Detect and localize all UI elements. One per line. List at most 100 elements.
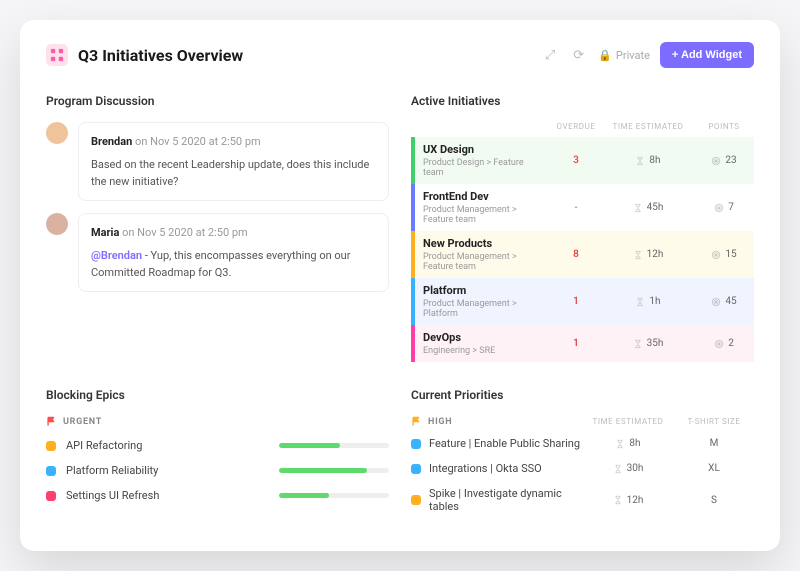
priority-name: Spike | Investigate dynamic tables — [429, 487, 582, 513]
section-title: Blocking Epics — [46, 388, 389, 402]
comment-body: @Brendan - Yup, this encompasses everyth… — [91, 247, 376, 281]
mention[interactable]: @Brendan — [91, 249, 142, 262]
hourglass-icon — [613, 495, 623, 505]
col-time: TIME ESTIMATED — [582, 417, 674, 426]
time-cell: 8h — [602, 137, 694, 184]
epic-row[interactable]: API Refactoring — [46, 439, 389, 452]
epic-name: Settings UI Refresh — [66, 489, 269, 502]
col-time: TIME ESTIMATED — [602, 122, 694, 131]
priority-row[interactable]: Feature | Enable Public Sharing 8h M — [411, 437, 754, 450]
initiative-breadcrumb: Product Management > Feature team — [423, 205, 542, 225]
priorities-header-row: HIGH TIME ESTIMATED T-SHIRT SIZE — [411, 416, 754, 427]
lock-icon: 🔒 — [598, 49, 612, 62]
page-title: Q3 Initiatives Overview — [78, 46, 243, 65]
hourglass-icon — [635, 297, 645, 307]
priority-row[interactable]: Spike | Investigate dynamic tables 12h S — [411, 487, 754, 513]
comment-bubble[interactable]: Brendan on Nov 5 2020 at 2:50 pm Based o… — [78, 122, 389, 201]
app-logo-icon — [46, 44, 68, 66]
time-cell: 12h — [582, 495, 674, 506]
epic-color-icon — [46, 491, 56, 501]
size-cell: M — [674, 438, 754, 449]
time-cell: 12h — [602, 231, 694, 278]
initiative-name: Platform — [423, 284, 542, 297]
points-cell: 15 — [694, 231, 754, 278]
initiative-row[interactable]: UX DesignProduct Design > Feature team 3… — [411, 137, 754, 184]
hourglass-icon — [633, 203, 643, 213]
flag-label: URGENT — [63, 417, 102, 427]
epic-name: Platform Reliability — [66, 464, 269, 477]
hourglass-icon — [615, 439, 625, 449]
size-cell: S — [674, 495, 754, 506]
points-cell: 45 — [694, 278, 754, 325]
comment: Maria on Nov 5 2020 at 2:50 pm @Brendan … — [46, 213, 389, 292]
time-cell: 1h — [602, 278, 694, 325]
progress-bar — [279, 468, 389, 473]
points-icon — [711, 297, 721, 307]
overdue-cell: 1 — [550, 278, 602, 325]
section-title: Program Discussion — [46, 94, 389, 108]
points-icon — [711, 250, 721, 260]
priority-color-icon — [411, 439, 421, 449]
section-title: Current Priorities — [411, 388, 754, 402]
initiative-name: DevOps — [423, 331, 542, 344]
overdue-cell: 3 — [550, 137, 602, 184]
initiative-row[interactable]: DevOps Engineering > SRE 1 35h 2 — [411, 325, 754, 362]
initiative-row[interactable]: FrontEnd Dev Product Management > Feature… — [411, 184, 754, 231]
priority-color-icon — [411, 495, 421, 505]
points-icon — [711, 156, 721, 166]
points-icon — [714, 339, 724, 349]
col-overdue: OVERDUE — [550, 122, 602, 131]
initiative-breadcrumb: Product Management > Platform — [423, 299, 542, 319]
hourglass-icon — [613, 464, 623, 474]
col-points: POINTS — [694, 122, 754, 131]
comment-author: Maria — [91, 226, 119, 239]
initiative-row[interactable]: New Products Product Management > Feature… — [411, 231, 754, 278]
overdue-cell: 1 — [550, 325, 602, 362]
flag-icon — [411, 416, 422, 427]
initiative-name: UX Design — [423, 143, 542, 156]
initiative-name: FrontEnd Dev — [423, 190, 542, 203]
hourglass-icon — [633, 339, 643, 349]
comment-bubble[interactable]: Maria on Nov 5 2020 at 2:50 pm @Brendan … — [78, 213, 389, 292]
col-size: T-SHIRT SIZE — [674, 417, 754, 426]
initiative-row[interactable]: PlatformProduct Management > Platform 1 … — [411, 278, 754, 325]
hourglass-icon — [633, 250, 643, 260]
priority-row[interactable]: Integrations | Okta SSO 30h XL — [411, 462, 754, 475]
time-cell: 8h — [582, 438, 674, 449]
epic-name: API Refactoring — [66, 439, 269, 452]
avatar — [46, 122, 68, 144]
comment-body: Based on the recent Leadership update, d… — [91, 156, 376, 190]
program-discussion-section: Program Discussion Brendan on Nov 5 2020… — [46, 94, 389, 362]
refresh-icon[interactable]: ⟳ — [569, 44, 588, 67]
points-cell: 7 — [694, 184, 754, 231]
overdue-cell: 8 — [550, 231, 602, 278]
section-title: Active Initiatives — [411, 94, 754, 108]
add-widget-button[interactable]: + Add Widget — [660, 42, 754, 68]
comment-timestamp: on Nov 5 2020 at 2:50 pm — [135, 135, 261, 148]
active-initiatives-section: Active Initiatives OVERDUE TIME ESTIMATE… — [411, 94, 754, 362]
blocking-epics-section: Blocking Epics URGENT API Refactoring Pl… — [46, 388, 389, 525]
time-cell: 30h — [582, 463, 674, 474]
points-icon — [714, 203, 724, 213]
comment: Brendan on Nov 5 2020 at 2:50 pm Based o… — [46, 122, 389, 201]
overdue-cell: - — [550, 184, 602, 231]
comment-author: Brendan — [91, 135, 132, 148]
high-flag: HIGH — [411, 416, 582, 427]
progress-bar — [279, 443, 389, 448]
initiative-breadcrumb: Product Management > Feature team — [423, 252, 542, 272]
progress-bar — [279, 493, 389, 498]
dashboard-card: Q3 Initiatives Overview ⤢ ⟳ 🔒 Private + … — [20, 20, 780, 551]
expand-icon[interactable]: ⤢ — [541, 44, 559, 67]
priority-color-icon — [411, 464, 421, 474]
avatar — [46, 213, 68, 235]
time-cell: 35h — [602, 325, 694, 362]
epic-row[interactable]: Settings UI Refresh — [46, 489, 389, 502]
initiative-name: New Products — [423, 237, 542, 250]
initiative-breadcrumb: Engineering > SRE — [423, 346, 542, 356]
epic-row[interactable]: Platform Reliability — [46, 464, 389, 477]
flag-icon — [46, 416, 57, 427]
size-cell: XL — [674, 463, 754, 474]
points-cell: 2 — [694, 325, 754, 362]
comment-timestamp: on Nov 5 2020 at 2:50 pm — [122, 226, 248, 239]
privacy-indicator[interactable]: 🔒 Private — [598, 49, 650, 62]
